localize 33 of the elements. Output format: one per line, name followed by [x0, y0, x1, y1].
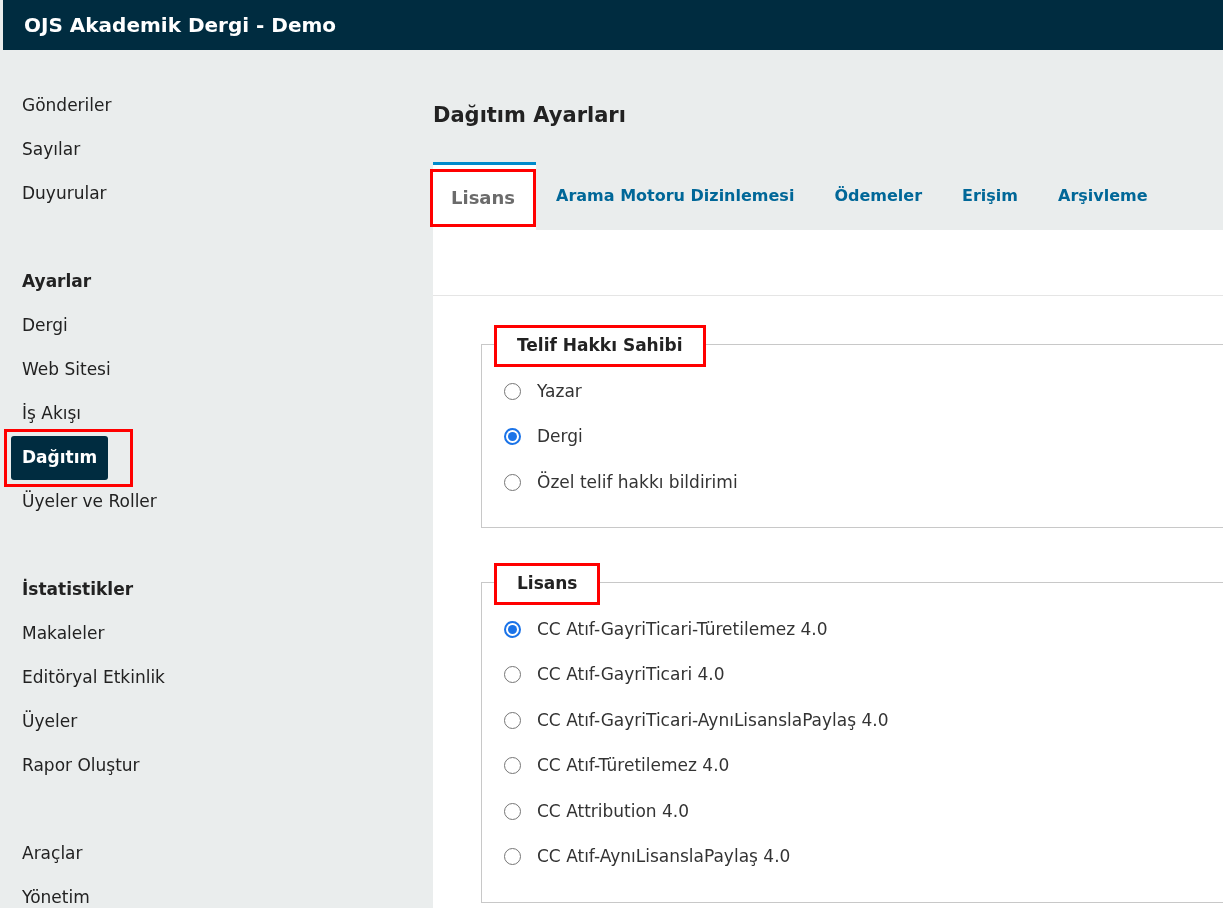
option-label: CC Atıf-GayriTicari-AynıLisanslaPaylaş 4.0 [537, 708, 889, 732]
tab[interactable]: Ödemeler [814, 162, 943, 230]
sidebar-item[interactable]: Dergi [4, 313, 68, 339]
option-label: Dergi [537, 425, 583, 448]
tab[interactable]: Erişim [942, 162, 1038, 230]
sidebar-item[interactable]: Gönderiler [4, 93, 112, 119]
tab[interactable]: Arşivleme [1038, 162, 1168, 230]
sidebar-item[interactable]: Araçlar [4, 841, 83, 867]
sidebar-item[interactable]: Makaleler [4, 621, 105, 647]
option-label: Yazar [537, 379, 582, 403]
page-title: Dağıtım Ayarları [433, 102, 627, 129]
sidebar-item[interactable]: Rapor Oluştur [4, 753, 140, 779]
option-label: CC Atıf-GayriTicari-Türetilemez 4.0 [537, 617, 828, 641]
option-label: CC Attribution 4.0 [537, 799, 690, 823]
sidebar-item[interactable]: Yönetim [4, 885, 90, 908]
option-label: Özel telif hakkı bildirimi [537, 470, 738, 494]
tab[interactable]: Arama Motoru Dizinlemesi [536, 162, 815, 230]
sidebar-item[interactable]: Sayılar [4, 137, 81, 163]
sidebar-item[interactable]: Dağıtım [11, 436, 109, 480]
sidebar-item[interactable]: Web Sitesi [4, 357, 111, 383]
option-label: CC Atıf-AynıLisanslaPaylaş 4.0 [537, 845, 791, 868]
sidebar-heading: İstatistikler [21, 577, 135, 602]
sidebar-heading: Ayarlar [21, 270, 93, 294]
radio-button[interactable] [504, 428, 521, 446]
sidebar-item[interactable]: Editöryal Etkinlik [4, 665, 165, 691]
sidebar-item[interactable]: Üyeler [4, 709, 78, 735]
option-label: CC Atıf-GayriTicari 4.0 [537, 663, 725, 686]
site-title: OJS Akademik Dergi - Demo [24, 12, 337, 39]
sidebar-item[interactable]: Üyeler ve Roller [4, 489, 157, 515]
sidebar-item[interactable]: İş Akışı [4, 401, 82, 427]
sidebar-item[interactable]: Duyurular [4, 181, 107, 207]
radio-button[interactable] [504, 620, 521, 638]
option-label: CC Atıf-Türetilemez 4.0 [537, 754, 730, 777]
